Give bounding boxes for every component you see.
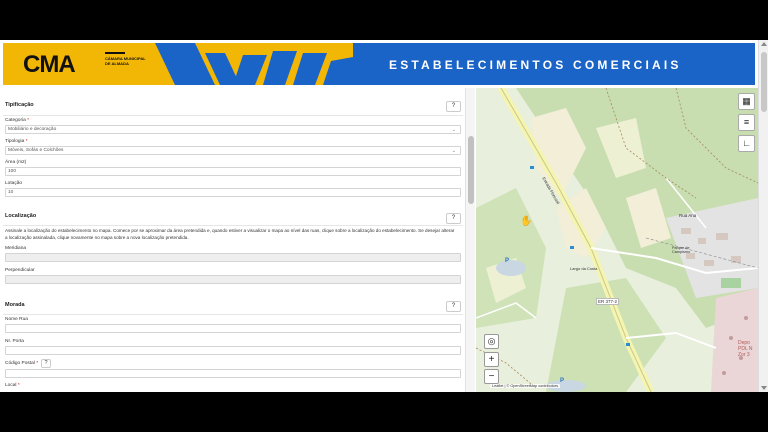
help-button-tipificacao[interactable]: ? [446, 101, 461, 112]
road-label: ER 377-2 [596, 298, 620, 305]
nome-rua-label: Nome Rua [5, 317, 28, 322]
logo-text: CMA [23, 51, 76, 78]
browser-viewport: CMA CÂMARA MUNICIPAL DE ALMADA ESTABELEC… [0, 40, 768, 392]
codigo-postal-input[interactable] [5, 369, 461, 378]
meridiana-label: Meridiana [5, 246, 27, 251]
zoom-in-button[interactable]: + [484, 352, 499, 367]
scrollbar-thumb[interactable] [761, 52, 767, 112]
lotacao-input[interactable]: 10 [5, 188, 461, 197]
place-label-2: Largo da Costa [570, 266, 598, 271]
categoria-label: Categoria * [5, 118, 30, 123]
categoria-select[interactable]: Mobiliário e decoração ⌄ [5, 125, 461, 134]
depot-label: Depo PDL N Zor 3 [738, 340, 753, 358]
parking-label: P [560, 378, 565, 384]
nome-rua-input[interactable] [5, 324, 461, 333]
hand-cursor-icon: ✋ [520, 216, 533, 227]
scroll-up-icon[interactable] [761, 42, 767, 46]
chevron-down-icon: ⌄ [451, 127, 456, 133]
area-label: Área (m2) [5, 160, 27, 165]
perpendicular-field [5, 275, 461, 284]
meridiana-field [5, 253, 461, 262]
chevron-down-icon: ⌄ [451, 148, 456, 154]
help-button-codigo-postal[interactable]: ? [41, 359, 51, 368]
banner-artwork [155, 43, 353, 85]
local-label: Local * [5, 383, 20, 388]
divider [3, 115, 463, 116]
place-label-1: Rua Ana [679, 213, 697, 218]
page-scrollbar[interactable] [758, 40, 768, 392]
tipologia-label: Tipologia * [5, 139, 28, 144]
localizacao-description: Assinale a localização do estabeleciment… [5, 228, 455, 240]
map-panel[interactable]: ER 377-2 Estrada Florestal Rua Ana Largo… [476, 88, 758, 392]
divider [3, 314, 463, 315]
scrollbar-thumb[interactable] [468, 136, 474, 204]
place-label-3: Parque de Campismo [672, 246, 691, 254]
scroll-down-icon[interactable] [761, 386, 767, 390]
zoom-out-button[interactable]: − [484, 369, 499, 384]
parking-label: P [505, 258, 510, 264]
map-tiles [476, 88, 758, 392]
header-banner: CMA CÂMARA MUNICIPAL DE ALMADA ESTABELEC… [3, 43, 755, 85]
nr-porta-label: Nr. Porta [5, 339, 24, 344]
nr-porta-input[interactable] [5, 346, 461, 355]
help-button-morada[interactable]: ? [446, 301, 461, 312]
section-title-localizacao: Localização [5, 213, 37, 219]
page-title: ESTABELECIMENTOS COMERCIAIS [389, 58, 682, 72]
section-title-tipificacao: Tipificação [5, 102, 34, 108]
corner-icon[interactable]: ∟ [738, 135, 755, 152]
form-panel: Tipificação ? Categoria * Mobiliário e d… [0, 88, 476, 392]
locate-icon[interactable]: ◎ [484, 334, 499, 349]
form-scrollbar[interactable] [465, 88, 475, 392]
tipologia-select[interactable]: Móveis, Sofás e Colchões ⌄ [5, 146, 461, 155]
logo-bar [105, 52, 125, 54]
map-attribution[interactable]: Leaflet | © OpenStreetMap contributors [490, 384, 561, 388]
help-button-localizacao[interactable]: ? [446, 213, 461, 224]
section-title-morada: Morada [5, 302, 25, 308]
cma-logo[interactable]: CMA CÂMARA MUNICIPAL DE ALMADA [3, 43, 155, 85]
codigo-postal-label: Código Postal * [5, 361, 39, 366]
list-icon[interactable]: ≡ [738, 114, 755, 131]
lotacao-label: Lotação [5, 181, 23, 186]
perpendicular-label: Perpendicular [5, 268, 35, 273]
logo-subtitle: CÂMARA MUNICIPAL DE ALMADA [105, 56, 146, 66]
divider [3, 225, 463, 226]
area-input[interactable]: 100 [5, 167, 461, 176]
grid-icon[interactable]: ▦ [738, 93, 755, 110]
